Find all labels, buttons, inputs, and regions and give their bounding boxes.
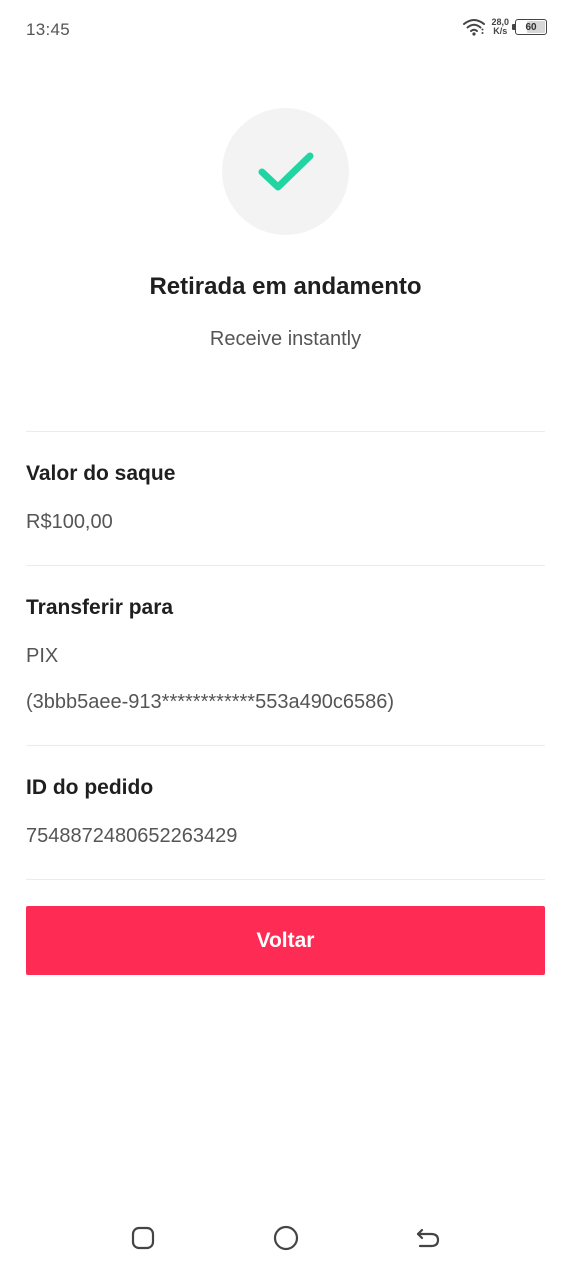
order-id-value: 7548872480652263429 — [26, 825, 238, 847]
divider — [26, 565, 545, 566]
page-subtitle: Receive instantly — [209, 328, 362, 350]
amount-value: R$100,00 — [26, 511, 113, 533]
divider — [26, 879, 545, 880]
status-time: 13:45 — [26, 20, 71, 39]
success-badge — [222, 108, 349, 235]
screen: 13:45 28,0 K/s 60 Retirada em andamento … — [0, 0, 571, 1280]
transfer-account: (3bbb5aee-913************553a490c6586) — [26, 691, 395, 713]
back-icon — [416, 1228, 440, 1248]
amount-label: Valor do saque — [26, 462, 176, 485]
page-title: Retirada em andamento — [149, 273, 422, 300]
network-speed-unit: K/s — [493, 26, 508, 36]
transfer-method: PIX — [26, 645, 59, 667]
divider — [26, 745, 545, 746]
recents-icon — [131, 1226, 155, 1250]
status-bar: 13:45 28,0 K/s 60 — [0, 0, 571, 58]
home-button[interactable] — [270, 1222, 302, 1254]
transfer-label: Transferir para — [26, 596, 174, 619]
battery-icon: 60 — [512, 19, 547, 35]
order-id-label: ID do pedido — [26, 776, 154, 799]
navigation-bar — [0, 1208, 571, 1268]
battery-level: 60 — [525, 21, 537, 33]
checkmark-icon — [258, 152, 313, 190]
back-button[interactable]: Voltar — [26, 906, 545, 975]
back-nav-button[interactable] — [412, 1222, 444, 1254]
status-icons: 28,0 K/s 60 — [463, 18, 547, 36]
network-speed: 28,0 K/s — [491, 18, 509, 36]
wifi-icon — [463, 18, 486, 36]
divider — [26, 431, 545, 432]
home-icon — [273, 1225, 299, 1251]
recents-button[interactable] — [127, 1222, 159, 1254]
